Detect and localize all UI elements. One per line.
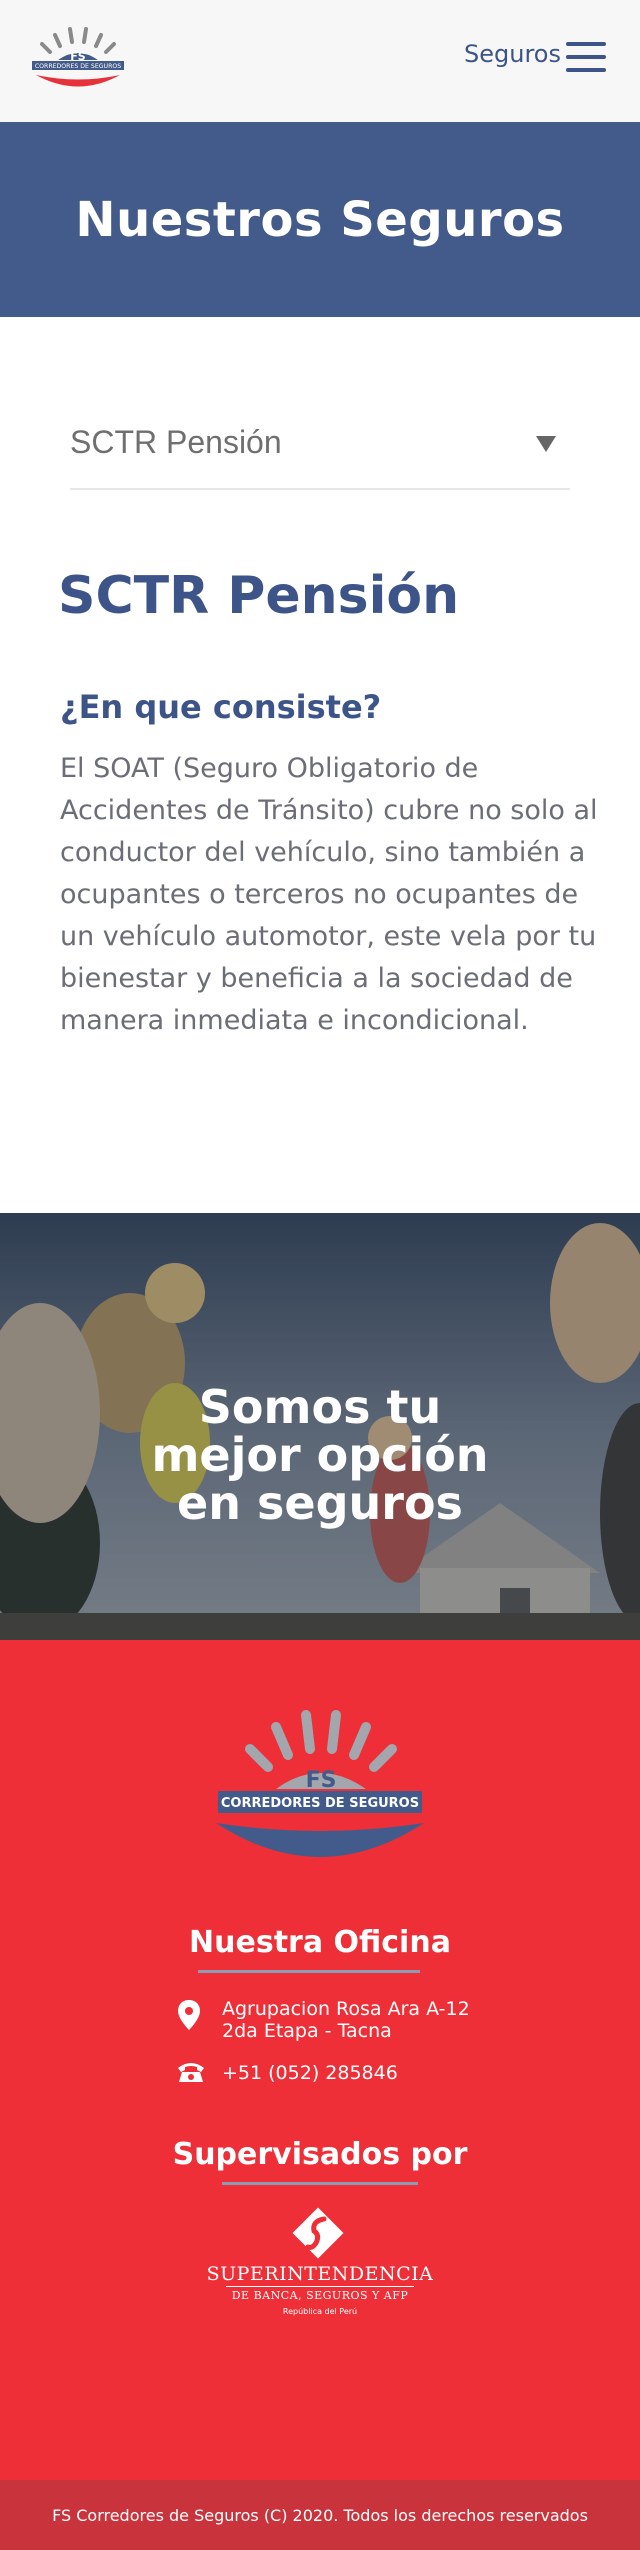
office-address: Agrupacion Rosa Ara A-12 2da Etapa - Tac… — [222, 1998, 470, 2042]
company-logo[interactable]: FS CORREDORES DE SEGUROS — [28, 20, 128, 96]
sbs-subtitle: DE BANCA, SEGUROS Y AFP — [231, 2289, 409, 2302]
hero-image: Somos tu mejor opción en seguros — [0, 1213, 640, 1663]
svg-text:CORREDORES DE SEGUROS: CORREDORES DE SEGUROS — [35, 63, 121, 70]
map-pin-icon — [178, 2000, 200, 2030]
product-description: El SOAT (Seguro Obligatorio de Accidente… — [60, 753, 598, 1036]
insurance-select[interactable]: SCTR Pensión — [70, 410, 570, 490]
nav-seguros-link[interactable]: Seguros — [464, 40, 561, 68]
copyright-bar: FS Corredores de Seguros (C) 2020. Todos… — [0, 2480, 640, 2550]
office-title: Nuestra Oficina — [189, 1925, 451, 1960]
office-phone[interactable]: +51 (052) 285846 — [222, 2062, 398, 2084]
product-title: SCTR Pensión — [58, 566, 460, 626]
office-divider — [198, 1970, 420, 1973]
insurance-select-value: SCTR Pensión — [70, 424, 282, 460]
footer-logo: FS CORREDORES DE SEGUROS — [216, 1710, 424, 1857]
sbs-underline — [226, 2286, 414, 2287]
svg-text:FS: FS — [306, 1768, 337, 1793]
sbs-country: República del Perú — [282, 2307, 358, 2316]
triangle-down-icon — [536, 436, 556, 452]
hamburger-menu-icon[interactable] — [566, 42, 606, 72]
telephone-icon — [178, 2063, 204, 2082]
sbs-logo-icon — [292, 2207, 344, 2259]
sbs-name: SUPERINTENDENCIA — [206, 2263, 434, 2285]
page-banner: Nuestros Seguros — [0, 122, 640, 317]
supervised-divider — [222, 2182, 418, 2185]
svg-text:CORREDORES DE SEGUROS: CORREDORES DE SEGUROS — [221, 1796, 419, 1811]
page-title: Nuestros Seguros — [75, 191, 565, 248]
hero-headline: Somos tu mejor opción en seguros — [151, 1380, 489, 1530]
copyright-text: FS Corredores de Seguros (C) 2020. Todos… — [52, 2505, 588, 2525]
site-header: FS CORREDORES DE SEGUROS Seguros — [0, 0, 640, 122]
supervised-title: Supervisados por — [172, 2137, 468, 2172]
product-question: ¿En que consiste? — [60, 688, 382, 726]
